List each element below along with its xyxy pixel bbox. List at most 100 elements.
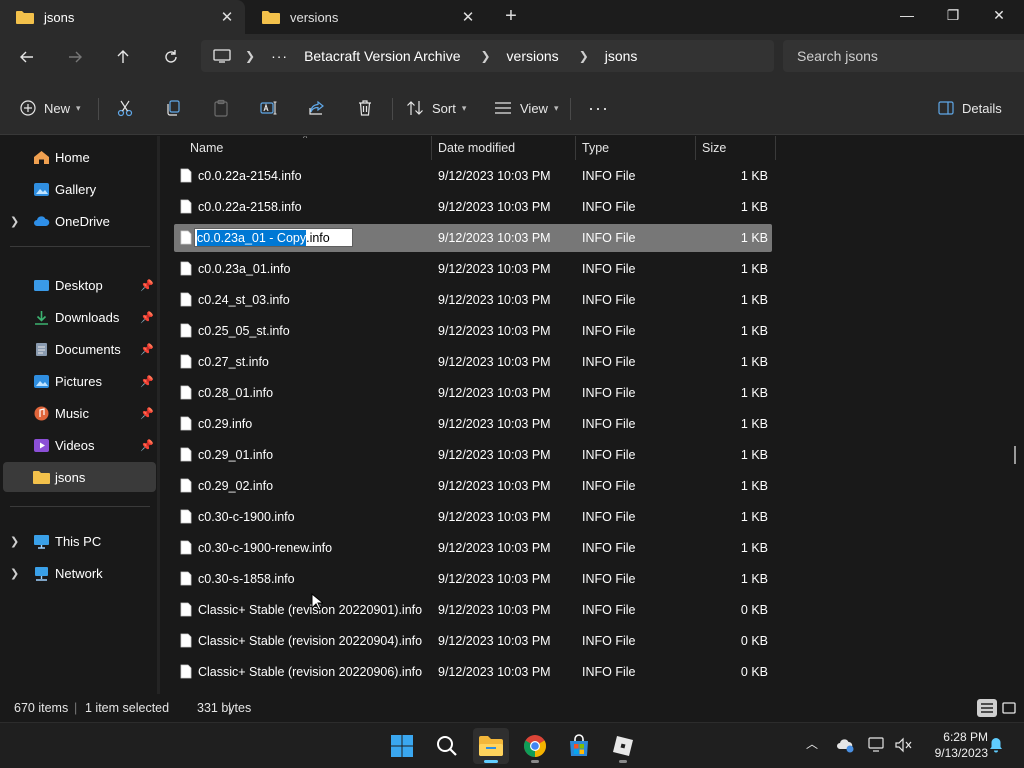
details-view-toggle[interactable] — [977, 699, 997, 717]
column-header-type[interactable]: Type — [582, 136, 609, 160]
table-row[interactable]: c0.24_st_03.info 9/12/2023 10:03 PM INFO F… — [174, 286, 772, 314]
column-divider[interactable] — [695, 136, 696, 160]
column-divider[interactable] — [575, 136, 576, 160]
sidebar-item-videos[interactable]: Videos 📌 — [0, 430, 158, 460]
table-row[interactable]: c0.29_01.info 9/12/2023 10:03 PM INFO File… — [174, 441, 772, 469]
tab-jsons[interactable]: jsons ✕ — [0, 0, 245, 34]
paste-button[interactable] — [212, 94, 230, 122]
column-divider[interactable] — [431, 136, 432, 160]
breadcrumb-jsons[interactable]: jsons — [605, 48, 638, 64]
table-row[interactable]: c0.30-c-1900.info 9/12/2023 10:03 PM INFO … — [174, 503, 772, 531]
pin-icon[interactable]: 📌 — [140, 311, 154, 324]
file-type: INFO File — [582, 603, 636, 617]
chevron-right-icon[interactable]: ❯ — [10, 215, 19, 228]
file-icon — [180, 230, 192, 245]
table-row[interactable]: c0.28_01.info 9/12/2023 10:03 PM INFO File… — [174, 379, 772, 407]
network-tray-icon[interactable] — [868, 737, 886, 753]
clock[interactable]: 6:28 PM 9/13/2023 — [918, 729, 988, 761]
rename-button[interactable] — [260, 94, 278, 122]
column-header-size[interactable]: Size — [702, 136, 726, 160]
back-arrow-icon[interactable] — [12, 42, 42, 72]
mouse-cursor-icon — [311, 593, 323, 611]
taskbar-file-explorer[interactable] — [473, 728, 509, 764]
taskbar-store[interactable] — [561, 728, 597, 764]
sidebar-item-documents[interactable]: Documents 📌 — [0, 334, 158, 364]
file-type: INFO File — [582, 262, 636, 276]
table-row[interactable]: c0.27_st.info 9/12/2023 10:03 PM INFO File… — [174, 348, 772, 376]
copy-button[interactable] — [164, 94, 182, 122]
chevron-right-icon[interactable]: ❯ — [10, 535, 19, 548]
start-button[interactable] — [384, 728, 420, 764]
close-window-button[interactable]: ✕ — [976, 0, 1022, 32]
close-tab-icon[interactable]: ✕ — [209, 8, 245, 26]
search-input[interactable]: Search jsons — [783, 40, 1024, 72]
address-bar[interactable]: ❯ ··· Betacraft Version Archive ❯ versio… — [201, 40, 774, 72]
column-header-name[interactable]: Name — [190, 136, 223, 160]
refresh-icon[interactable] — [156, 42, 186, 72]
sidebar-item-thispc[interactable]: ❯ This PC — [0, 526, 158, 556]
pin-icon[interactable]: 📌 — [140, 407, 154, 420]
taskbar-roblox[interactable] — [605, 728, 641, 764]
breadcrumb-overflow[interactable]: ··· — [271, 48, 288, 64]
column-divider[interactable] — [775, 136, 776, 160]
rename-input[interactable]: c0.0.23a_01 - Copy .info — [194, 228, 353, 247]
pin-icon[interactable]: 📌 — [140, 439, 154, 452]
table-row[interactable]: Classic+ Stable (revision 20220904).info… — [174, 627, 772, 655]
close-tab-icon[interactable]: ✕ — [450, 8, 486, 26]
column-header-date[interactable]: Date modified — [438, 136, 515, 160]
chevron-right-icon[interactable]: ❯ — [10, 567, 19, 580]
sidebar-item-network[interactable]: ❯ Network — [0, 558, 158, 588]
file-date-modified: 9/12/2023 10:03 PM — [438, 355, 551, 369]
up-arrow-icon[interactable] — [108, 42, 138, 72]
table-row[interactable]: c0.30-c-1900-renew.info 9/12/2023 10:03 P… — [174, 534, 772, 562]
thumbnails-view-toggle[interactable] — [999, 699, 1019, 717]
forward-arrow-icon[interactable] — [60, 42, 90, 72]
sidebar-item-downloads[interactable]: Downloads 📌 — [0, 302, 158, 332]
sidebar-item-music[interactable]: Music 📌 — [0, 398, 158, 428]
taskbar-search-button[interactable] — [429, 728, 465, 764]
details-button[interactable]: Details — [938, 94, 1002, 122]
sidebar-item-pictures[interactable]: Pictures 📌 — [0, 366, 158, 396]
file-name: c0.29.info — [198, 417, 253, 431]
sidebar-item-desktop[interactable]: Desktop 📌 — [0, 270, 158, 300]
chevron-down-icon: ▾ — [553, 102, 559, 113]
cut-button[interactable] — [116, 94, 134, 122]
table-row[interactable]: Classic+ Stable (revision 20220901).info… — [174, 596, 772, 624]
pin-icon[interactable]: 📌 — [140, 343, 154, 356]
file-list-scrollbar[interactable] — [1014, 446, 1016, 464]
share-button[interactable] — [308, 94, 326, 122]
tab-versions[interactable]: versions ✕ — [246, 0, 486, 34]
breadcrumb-versions[interactable]: versions — [507, 48, 559, 64]
volume-muted-icon[interactable] — [894, 737, 912, 753]
notification-bell-icon[interactable] — [988, 737, 1004, 753]
pin-icon[interactable]: 📌 — [140, 375, 154, 388]
table-row[interactable]: c0.29_02.info 9/12/2023 10:03 PM INFO File… — [174, 472, 772, 500]
sidebar-item-gallery[interactable]: Gallery — [0, 174, 158, 204]
sidebar-item-jsons[interactable]: jsons — [3, 462, 156, 492]
pin-icon[interactable]: 📌 — [140, 279, 154, 292]
new-tab-button[interactable]: + — [498, 4, 524, 30]
chevron-up-icon[interactable]: ︿ — [806, 735, 818, 752]
new-button[interactable]: New ▾ — [20, 94, 81, 122]
table-row[interactable]: c0.30-s-1858.info 9/12/2023 10:03 PM INFO … — [174, 565, 772, 593]
table-row[interactable]: c0.0.23a_01.info 9/12/2023 10:03 PM INFO F… — [174, 255, 772, 283]
breadcrumb-betacraft[interactable]: Betacraft Version Archive — [304, 48, 460, 64]
maximize-button[interactable]: ❐ — [930, 0, 976, 32]
more-options-button[interactable]: ··· — [588, 94, 609, 122]
onedrive-status-icon[interactable] — [836, 737, 854, 753]
table-row[interactable]: c0.0.22a-2154.info 9/12/2023 10:03 PM INFO… — [174, 162, 772, 190]
table-row[interactable]: c0.25_05_st.info 9/12/2023 10:03 PM INFO F… — [174, 317, 772, 345]
table-row[interactable]: c0.29.info 9/12/2023 10:03 PM INFO File 1 K… — [174, 410, 772, 438]
sidebar-item-onedrive[interactable]: ❯ OneDrive — [0, 206, 158, 236]
view-button[interactable]: View ▾ — [494, 94, 558, 122]
taskbar-chrome[interactable] — [517, 728, 553, 764]
table-row[interactable]: c0.0.23a_01 - Copy .info 9/12/2023 10:03 P… — [174, 224, 772, 252]
delete-button[interactable] — [356, 94, 374, 122]
sidebar-item-home[interactable]: Home — [0, 142, 158, 172]
file-size: 1 KB — [740, 200, 768, 214]
folder-icon — [16, 11, 34, 24]
minimize-button[interactable]: — — [884, 0, 930, 32]
table-row[interactable]: Classic+ Stable (revision 20220906).info… — [174, 658, 772, 686]
sort-button[interactable]: Sort ▾ — [406, 94, 466, 122]
table-row[interactable]: c0.0.22a-2158.info 9/12/2023 10:03 PM INFO… — [174, 193, 772, 221]
